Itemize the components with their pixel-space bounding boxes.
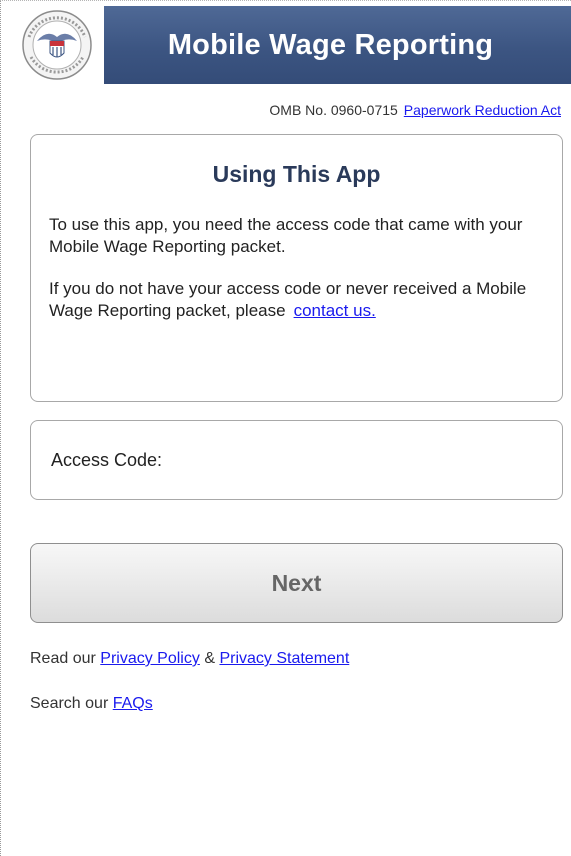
privacy-statement-link[interactable]: Privacy Statement	[219, 650, 349, 667]
omb-number: OMB No. 0960-0715	[269, 102, 398, 118]
privacy-policy-link[interactable]: Privacy Policy	[100, 650, 200, 667]
ssa-logo	[10, 6, 104, 84]
using-this-app-card: Using This App To use this app, you need…	[30, 134, 563, 402]
access-code-input[interactable]	[170, 439, 548, 481]
access-code-label: Access Code:	[51, 449, 163, 470]
paperwork-reduction-act-link[interactable]: Paperwork Reduction Act	[404, 102, 561, 118]
info-paragraph-contact: If you do not have your access code or n…	[49, 278, 544, 322]
header-bar: Mobile Wage Reporting	[104, 6, 571, 84]
access-code-field[interactable]: Access Code:	[30, 420, 563, 500]
faqs-link[interactable]: FAQs	[113, 695, 153, 712]
omb-line: OMB No. 0960-0715 Paperwork Reduction Act	[269, 102, 561, 118]
info-title: Using This App	[212, 161, 381, 187]
faq-prefix: Search our	[30, 695, 109, 712]
frame-left-border	[0, 0, 1, 856]
app-header: Mobile Wage Reporting	[10, 6, 571, 84]
faq-links-line: Search our FAQs	[30, 695, 153, 713]
frame-top-border	[0, 0, 571, 1]
info-paragraph-access-code: To use this app, you need the access cod…	[49, 215, 523, 256]
privacy-links-line: Read our Privacy Policy & Privacy Statem…	[30, 650, 349, 668]
contact-us-link[interactable]: contact us.	[294, 301, 376, 320]
app-title: Mobile Wage Reporting	[167, 28, 494, 61]
contact-prefix: If you do not have your access code or n…	[49, 279, 527, 320]
privacy-prefix: Read our	[30, 650, 96, 667]
ssa-seal-icon	[22, 10, 92, 80]
ampersand: &	[204, 650, 215, 667]
next-button[interactable]: Next	[30, 543, 563, 623]
